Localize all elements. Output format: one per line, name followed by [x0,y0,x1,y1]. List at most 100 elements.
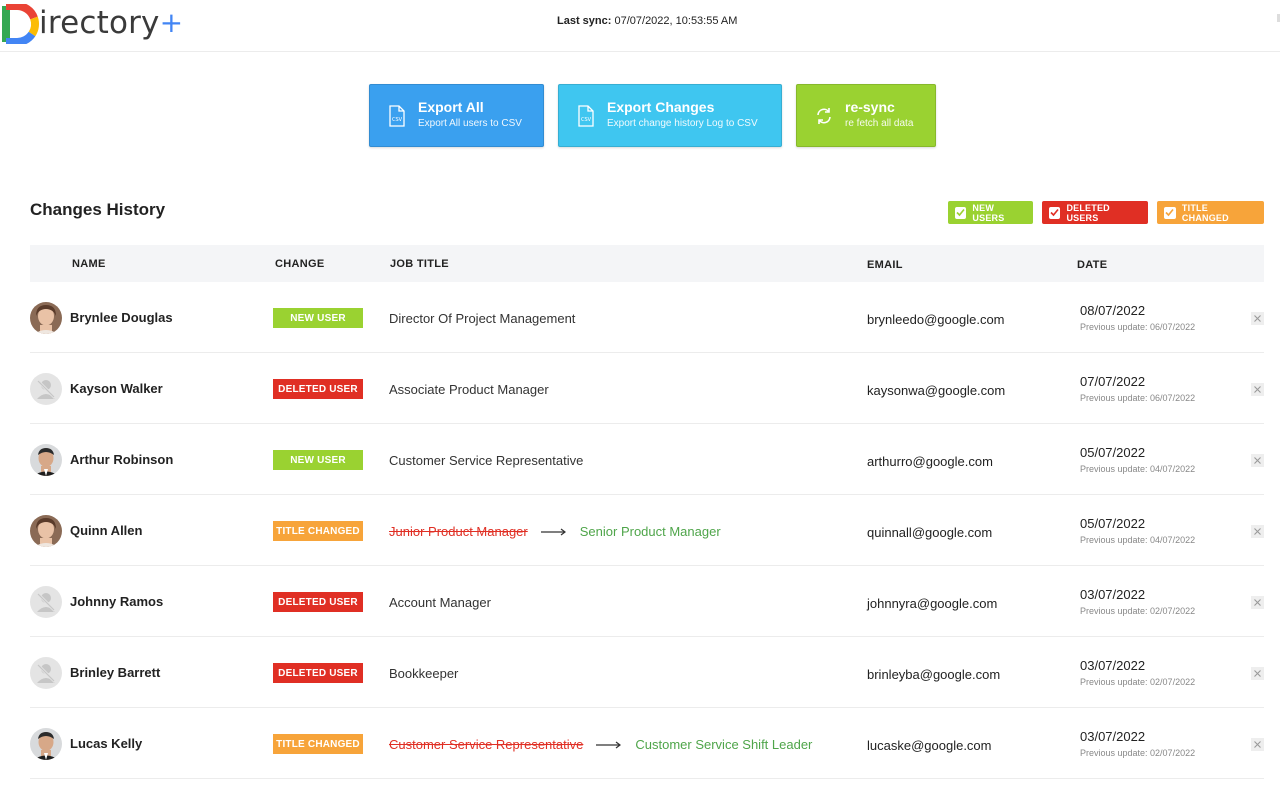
column-header-date[interactable]: DATE [1077,259,1107,271]
column-header-job-title[interactable]: JOB TITLE [390,258,449,270]
filter-title-changed[interactable]: TITLE CHANGED [1157,201,1264,224]
arrow-right-icon [596,741,622,749]
filter-label: DELETED USERS [1066,202,1110,223]
export-changes-button[interactable]: CSV Export Changes Export change history… [558,84,782,147]
table-row[interactable]: Arthur Robinson NEW USER Customer Service … [30,424,1264,495]
user-name: Brinley Barrett [70,665,161,680]
close-icon[interactable] [1251,312,1264,325]
change-badge: TITLE CHANGED [273,734,363,754]
filter-label: TITLE CHANGED [1181,202,1229,223]
change-date: 03/07/2022 [1080,729,1146,744]
section-title: Changes History [30,200,166,219]
job-title-text: Account Manager [389,595,491,610]
old-job-title: Junior Product Manager [389,524,528,539]
close-icon[interactable] [1251,667,1264,680]
change-badge: TITLE CHANGED [273,521,363,541]
user-name: Johnny Ramos [70,594,164,609]
arrow-right-icon [540,528,567,536]
previous-update: Previous update: 02/07/2022 [1080,748,1196,758]
close-icon[interactable] [1251,738,1264,751]
change-badge: DELETED USER [273,663,363,683]
resync-subtitle: re fetch all data [845,118,914,129]
column-header-name[interactable]: NAME [72,258,106,270]
job-title: Director Of Project Management [389,311,575,326]
resync-title: re-sync [845,99,895,115]
change-badge: DELETED USER [273,592,363,612]
avatar [30,586,62,618]
user-email: kaysonwa@google.com [867,383,1006,398]
user-email: quinnall@google.com [867,525,993,540]
sync-icon [813,104,835,128]
job-title: Account Manager [389,595,491,610]
table-row[interactable]: Lucas Kelly TITLE CHANGED Customer Service… [30,708,1264,779]
logo-text: irectory [39,5,160,41]
change-date: 03/07/2022 [1080,587,1146,602]
svg-text:CSV: CSV [392,117,403,123]
previous-update: Previous update: 02/07/2022 [1080,606,1196,616]
change-date: 08/07/2022 [1080,303,1146,318]
logo-d-icon [2,4,40,44]
previous-update: Previous update: 06/07/2022 [1080,322,1196,332]
job-title: Customer Service Representative [389,453,583,468]
user-name: Kayson Walker [70,381,163,396]
last-sync-label: Last sync: [557,15,612,27]
column-header-change[interactable]: CHANGE [275,258,324,270]
filter-deleted-users[interactable]: DELETED USERS [1042,201,1148,224]
previous-update: Previous update: 04/07/2022 [1080,464,1196,474]
export-all-button[interactable]: CSV Export All Export All users to CSV [369,84,544,147]
checkbox-icon[interactable] [1164,206,1176,219]
job-title-text: Bookkeeper [389,666,459,681]
table-header: NAME CHANGE JOB TITLE EMAIL DATE [30,245,1264,282]
action-buttons: CSV Export All Export All users to CSV C… [369,84,936,147]
avatar [30,302,62,334]
job-title-text: Director Of Project Management [389,311,576,326]
user-name: Brynlee Douglas [70,310,173,325]
logo-plus: + [159,6,184,39]
table-row[interactable]: Brynlee Douglas NEW USER Director Of Proje… [30,282,1264,353]
filter-label: NEW USERS [972,202,1005,223]
app-logo[interactable]: irectory + [2,2,184,44]
avatar [30,728,62,760]
user-name: Quinn Allen [70,523,143,538]
close-icon[interactable] [1251,383,1264,396]
table-row[interactable]: Quinn Allen TITLE CHANGED Junior Product M… [30,495,1264,566]
avatar [30,657,62,689]
checkbox-icon[interactable] [1049,206,1061,219]
close-icon[interactable] [1251,454,1264,467]
avatar [30,373,62,405]
change-date: 05/07/2022 [1080,445,1146,460]
user-email: arthurro@google.com [867,454,993,469]
job-title: Associate Product Manager [389,382,549,397]
column-header-email[interactable]: EMAIL [867,259,903,271]
close-icon[interactable] [1251,596,1264,609]
resync-button[interactable]: re-sync re fetch all data [796,84,936,147]
job-title: Junior Product Manager Senior Product Man… [389,524,721,539]
export-changes-title: Export Changes [607,99,715,115]
previous-update: Previous update: 04/07/2022 [1080,535,1196,545]
filter-new-users[interactable]: NEW USERS [948,201,1033,224]
avatar [30,444,62,476]
table-row[interactable]: Johnny Ramos DELETED USER Account Manager j… [30,566,1264,637]
csv-file-icon: CSV [575,104,597,128]
user-email: brynleedo@google.com [867,312,1005,327]
table-row[interactable]: Kayson Walker DELETED USER Associate Produ… [30,353,1264,424]
previous-update: Previous update: 06/07/2022 [1080,393,1196,403]
user-name: Arthur Robinson [70,452,174,467]
last-sync: Last sync: 07/07/2022, 10:53:55 AM [557,15,737,27]
close-icon[interactable] [1251,525,1264,538]
user-email: brinleyba@google.com [867,667,1001,682]
user-email: johnnyra@google.com [867,596,998,611]
export-all-subtitle: Export All users to CSV [418,118,522,129]
job-title-text: Customer Service Representative [389,453,584,468]
export-changes-subtitle: Export change history Log to CSV [607,118,758,129]
filter-group: NEW USERS DELETED USERS TITLE CHANGED [948,201,1264,224]
job-title: Customer Service Representative Customer … [389,737,812,752]
table-row[interactable]: Brinley Barrett DELETED USER Bookkeeper bri… [30,637,1264,708]
change-date: 07/07/2022 [1080,374,1146,389]
export-all-title: Export All [418,99,484,115]
new-job-title: Senior Product Manager [579,524,721,539]
old-job-title: Customer Service Representative [389,737,584,752]
checkbox-icon[interactable] [955,206,967,219]
job-title: Bookkeeper [389,666,458,681]
change-badge: NEW USER [273,308,363,328]
